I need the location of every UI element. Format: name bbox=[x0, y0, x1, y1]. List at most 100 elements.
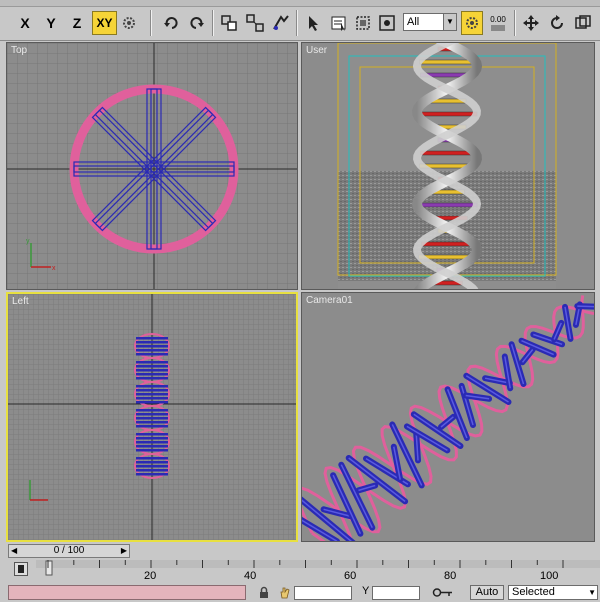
viewport-user[interactable]: User bbox=[301, 42, 595, 290]
spinner-snap-value: 0.00 bbox=[490, 14, 506, 24]
rung-bar bbox=[136, 465, 168, 468]
x-coordinate-field[interactable] bbox=[294, 586, 352, 600]
rung-bar bbox=[136, 341, 168, 344]
rung-bar bbox=[136, 421, 168, 424]
time-slider-value: 0 / 100 bbox=[53, 545, 85, 556]
base-pair bbox=[421, 241, 473, 247]
bind-spacewarp-icon[interactable] bbox=[270, 11, 292, 35]
selection-filter-value: All bbox=[407, 16, 420, 28]
viewport-top[interactable]: Top y x bbox=[6, 42, 298, 290]
selection-filter-dropdown[interactable]: All ▼ bbox=[403, 13, 457, 31]
rung-bar bbox=[136, 361, 168, 364]
key-icon[interactable] bbox=[432, 587, 454, 598]
viewport-camera[interactable]: Camera01 bbox=[301, 292, 595, 542]
rung-bar bbox=[136, 393, 168, 396]
viewport-camera-label[interactable]: Camera01 bbox=[306, 295, 353, 306]
axis-xy-label: XY bbox=[96, 16, 113, 30]
rung-bar bbox=[136, 433, 168, 436]
y-coordinate-field[interactable] bbox=[372, 586, 420, 600]
rung-bar bbox=[136, 369, 168, 372]
rung-bar bbox=[136, 365, 168, 368]
rung-bar bbox=[136, 449, 168, 452]
y-coordinate-label: Y bbox=[362, 585, 370, 597]
viewport-user-canvas bbox=[302, 43, 594, 289]
key-filter-dropdown[interactable]: Selected ▼ bbox=[508, 585, 598, 600]
toolbar-separator bbox=[212, 10, 214, 36]
svg-text:y: y bbox=[26, 238, 30, 245]
rung-bar bbox=[136, 385, 168, 388]
move-icon[interactable] bbox=[520, 11, 542, 35]
gear-icon[interactable] bbox=[119, 11, 139, 35]
rung-bar bbox=[136, 345, 168, 348]
rung-bar bbox=[136, 349, 168, 352]
link-icon[interactable] bbox=[218, 11, 240, 35]
axis-x-label: X bbox=[20, 15, 30, 31]
axis-y-label: Y bbox=[46, 15, 56, 31]
maxscript-listener[interactable] bbox=[8, 585, 246, 600]
scale-icon[interactable] bbox=[572, 11, 594, 35]
auto-key-label: Auto bbox=[475, 586, 499, 598]
unlink-icon[interactable] bbox=[244, 11, 266, 35]
tick-label-80: 80 bbox=[444, 570, 457, 582]
auto-key-button[interactable]: Auto bbox=[470, 585, 504, 600]
spinner-snap-control[interactable]: 0.00 bbox=[486, 11, 510, 35]
viewport-top-label[interactable]: Top bbox=[11, 45, 27, 56]
base-pair bbox=[416, 111, 478, 117]
svg-text:x: x bbox=[52, 265, 56, 272]
rung-bar bbox=[136, 457, 168, 460]
rung-bar bbox=[136, 353, 168, 356]
rung-bar bbox=[136, 417, 168, 420]
rotate-icon[interactable] bbox=[546, 11, 568, 35]
hand-icon[interactable] bbox=[278, 586, 292, 599]
select-arrow-icon[interactable] bbox=[302, 11, 324, 35]
status-bar: Y Auto Selected ▼ bbox=[0, 585, 600, 600]
base-pair bbox=[420, 150, 474, 156]
rung-bar bbox=[136, 461, 168, 464]
rung-bar bbox=[136, 337, 168, 340]
undo-icon[interactable] bbox=[160, 11, 182, 35]
tick-label-60: 60 bbox=[344, 570, 357, 582]
viewport-left[interactable]: Left bbox=[6, 292, 298, 542]
viewport-camera-canvas bbox=[302, 293, 594, 541]
axis-x-button[interactable]: X bbox=[14, 11, 36, 35]
tick-label-40: 40 bbox=[244, 570, 257, 582]
axis-xy-button[interactable]: XY bbox=[92, 11, 117, 35]
tick-label-100: 100 bbox=[540, 570, 559, 582]
base-pair bbox=[419, 59, 475, 65]
toolbar-separator bbox=[514, 10, 516, 36]
menu-strip bbox=[0, 0, 600, 7]
track-ruler bbox=[36, 560, 600, 576]
rung-bar bbox=[136, 401, 168, 404]
viewport-left-label[interactable]: Left bbox=[12, 296, 29, 307]
rung-bar bbox=[136, 377, 168, 380]
chevron-left-icon[interactable]: ◀ bbox=[11, 545, 17, 557]
axis-z-button[interactable]: Z bbox=[66, 11, 88, 35]
key-filter-icon[interactable] bbox=[14, 562, 28, 576]
chevron-down-icon: ▼ bbox=[443, 14, 456, 30]
track-bar[interactable]: 20 40 60 80 100 bbox=[0, 560, 600, 584]
viewport-top-canvas: y x bbox=[7, 43, 297, 289]
camera-rung bbox=[577, 305, 594, 308]
redo-icon[interactable] bbox=[186, 11, 208, 35]
rung-bar bbox=[136, 413, 168, 416]
lock-icon[interactable] bbox=[258, 586, 270, 598]
axis-z-label: Z bbox=[72, 15, 82, 31]
axis-y-button[interactable]: Y bbox=[40, 11, 62, 35]
select-by-name-icon[interactable] bbox=[328, 11, 350, 35]
rung-bar bbox=[136, 397, 168, 400]
rung-bar bbox=[136, 441, 168, 444]
main-toolbar: X Y Z XY All ▼ 0.00 bbox=[0, 0, 600, 41]
toolbar-separator bbox=[296, 10, 298, 36]
chevron-right-icon[interactable]: ▶ bbox=[121, 545, 127, 557]
viewport-user-label[interactable]: User bbox=[306, 45, 327, 56]
rung-bar bbox=[136, 473, 168, 476]
window-crossing-icon[interactable] bbox=[376, 11, 398, 35]
rung-bar bbox=[136, 409, 168, 412]
rung-bar bbox=[136, 469, 168, 472]
snap-toggle-icon[interactable] bbox=[461, 11, 483, 35]
rung-bar bbox=[136, 389, 168, 392]
toolbar-separator bbox=[150, 10, 152, 36]
time-slider[interactable]: ◀ 0 / 100 ▶ bbox=[8, 544, 130, 558]
rect-selection-icon[interactable] bbox=[352, 11, 374, 35]
rung-bar bbox=[136, 425, 168, 428]
